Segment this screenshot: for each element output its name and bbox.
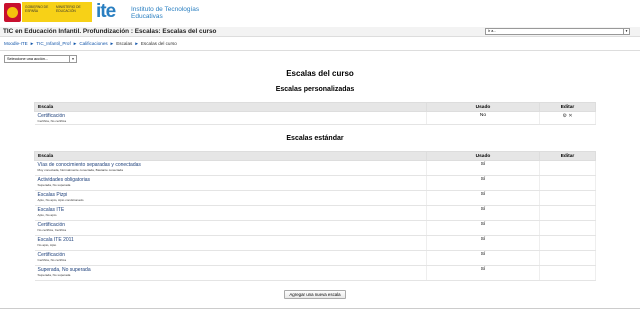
breadcrumb-separator: ► — [72, 41, 78, 46]
page-heading: Escalas del curso — [286, 69, 354, 78]
scale-cell: Escalas Pizpi Apto, No apto, Apto condici… — [34, 190, 427, 206]
scale-used: Sí — [426, 220, 540, 236]
table-header-row: Escala Usado Editar — [34, 151, 596, 161]
scale-cell: Certificación Certifica, No certifica — [34, 111, 427, 125]
standard-scales-body: Vías de conocimiento separadas y conecta… — [34, 160, 596, 281]
scale-cell: Escalas ITE Apto, No apto — [34, 205, 427, 221]
breadcrumb-item-scales: Escalas — [116, 41, 133, 46]
scale-used: Sí — [426, 235, 540, 251]
action-select[interactable]: Seleccione una acción... ▾ — [4, 55, 77, 63]
breadcrumb-separator: ► — [109, 41, 115, 46]
breadcrumb-item-moodle[interactable]: Moodle-ITE — [4, 41, 28, 46]
table-row: Certificación Certifica, No certifica No… — [34, 111, 596, 125]
table-row: Certificación Certifica, No certifica Sí — [34, 250, 596, 266]
add-scale-button[interactable]: Agregar una nueva escala — [284, 290, 346, 299]
table-row: Escalas ITE Apto, No apto Sí — [34, 205, 596, 221]
edit-delete-icon[interactable]: ⚙ ✕ — [562, 113, 572, 119]
scale-cell: Certificación Certifica, No certifica — [34, 250, 427, 266]
scale-used: Sí — [426, 190, 540, 206]
scale-cell: Escala ITE 2011 No apto, Apto — [34, 235, 427, 251]
edit-cell — [539, 235, 596, 251]
column-header-used: Usado — [426, 102, 540, 112]
scale-items: Muy conectada, Normalmente conectada, Ba… — [37, 168, 123, 172]
jump-to-select-value: Ir a... — [488, 29, 497, 33]
scale-items: Superada, No superada — [37, 183, 71, 187]
scale-items: Certifica, No certifica — [37, 119, 67, 123]
scale-items: Certifica, No certifica — [37, 258, 67, 262]
ite-logo[interactable]: ite — [96, 2, 116, 22]
ite-logo-subtitle: Instituto de Tecnologías Educativas — [131, 6, 200, 20]
table-row: Escala ITE 2011 No apto, Apto Sí — [34, 235, 596, 251]
breadcrumb-divider — [0, 50, 640, 51]
table-row: Actividades obligatorias Superada, No sup… — [34, 175, 596, 191]
edit-cell — [539, 160, 596, 176]
standard-scales-table: Escala Usado Editar Vías de conocimiento… — [34, 151, 596, 281]
breadcrumb-item-course[interactable]: TIC_Infantil_Prof — [36, 41, 70, 46]
column-header-edit: Editar — [539, 102, 596, 112]
spain-crest-icon — [4, 3, 21, 22]
standard-scales-heading: Escalas estándar — [286, 135, 344, 142]
table-header-row: Escala Usado Editar — [34, 102, 596, 112]
jump-to-select[interactable]: Ir a... ▾ — [485, 28, 630, 35]
table-row: Vías de conocimiento separadas y conecta… — [34, 160, 596, 176]
scale-used: Sí — [426, 160, 540, 176]
action-select-value: Seleccione una acción... — [7, 57, 49, 61]
edit-cell — [539, 220, 596, 236]
table-row: Certificación No certifica, Certifica Sí — [34, 220, 596, 236]
scale-used: Sí — [426, 265, 540, 281]
chevron-down-icon: ▾ — [623, 29, 629, 34]
gov-text: GOBIERNO DE ESPAÑA — [25, 5, 49, 13]
scale-cell: Superada, No superada Superada, No supera… — [34, 265, 427, 281]
scale-used: Sí — [426, 205, 540, 221]
scale-used: No — [426, 111, 540, 125]
breadcrumb-item-grades[interactable]: Calificaciones — [79, 41, 107, 46]
scale-used: Sí — [426, 175, 540, 191]
breadcrumb-item-current: Escalas del curso — [140, 41, 177, 46]
column-header-scale: Escala — [34, 102, 427, 112]
page-title: TIC en Educación Infantil. Profundizació… — [3, 28, 217, 35]
scale-cell: Actividades obligatorias Superada, No sup… — [34, 175, 427, 191]
scale-items: No apto, Apto — [37, 243, 57, 247]
column-header-used: Usado — [426, 151, 540, 161]
scale-cell: Certificación No certifica, Certifica — [34, 220, 427, 236]
breadcrumb: Moodle-ITE ► TIC_Infantil_Prof ► Calificacio… — [4, 41, 177, 46]
scale-cell: Vías de conocimiento separadas y conecta… — [34, 160, 427, 176]
breadcrumb-separator: ► — [29, 41, 35, 46]
edit-cell — [539, 205, 596, 221]
edit-cell — [539, 250, 596, 266]
table-row: Escalas Pizpi Apto, No apto, Apto condici… — [34, 190, 596, 206]
scale-items: Apto, No apto, Apto condicionado — [37, 198, 84, 202]
scale-items: Superada, No superada — [37, 273, 71, 277]
edit-cell — [539, 175, 596, 191]
edit-icons: ⚙ ✕ — [539, 111, 596, 125]
ministry-text: MINISTERIO DE EDUCACIÓN — [56, 5, 81, 13]
site-header: GOBIERNO DE ESPAÑA MINISTERIO DE EDUCACI… — [0, 0, 640, 27]
chevron-down-icon: ▾ — [69, 56, 76, 62]
column-header-edit: Editar — [539, 151, 596, 161]
footer-divider — [0, 308, 640, 309]
edit-cell — [539, 265, 596, 281]
custom-scales-heading: Escalas personalizadas — [275, 86, 355, 93]
column-header-scale: Escala — [34, 151, 427, 161]
breadcrumb-separator: ► — [134, 41, 139, 46]
custom-scales-table: Escala Usado Editar Certificación Certif… — [34, 102, 596, 125]
table-row: Superada, No superada Superada, No supera… — [34, 265, 596, 281]
scale-items: Apto, No apto — [37, 213, 57, 217]
edit-cell — [539, 190, 596, 206]
scale-used: Sí — [426, 250, 540, 266]
scale-items: No certifica, Certifica — [37, 228, 67, 232]
